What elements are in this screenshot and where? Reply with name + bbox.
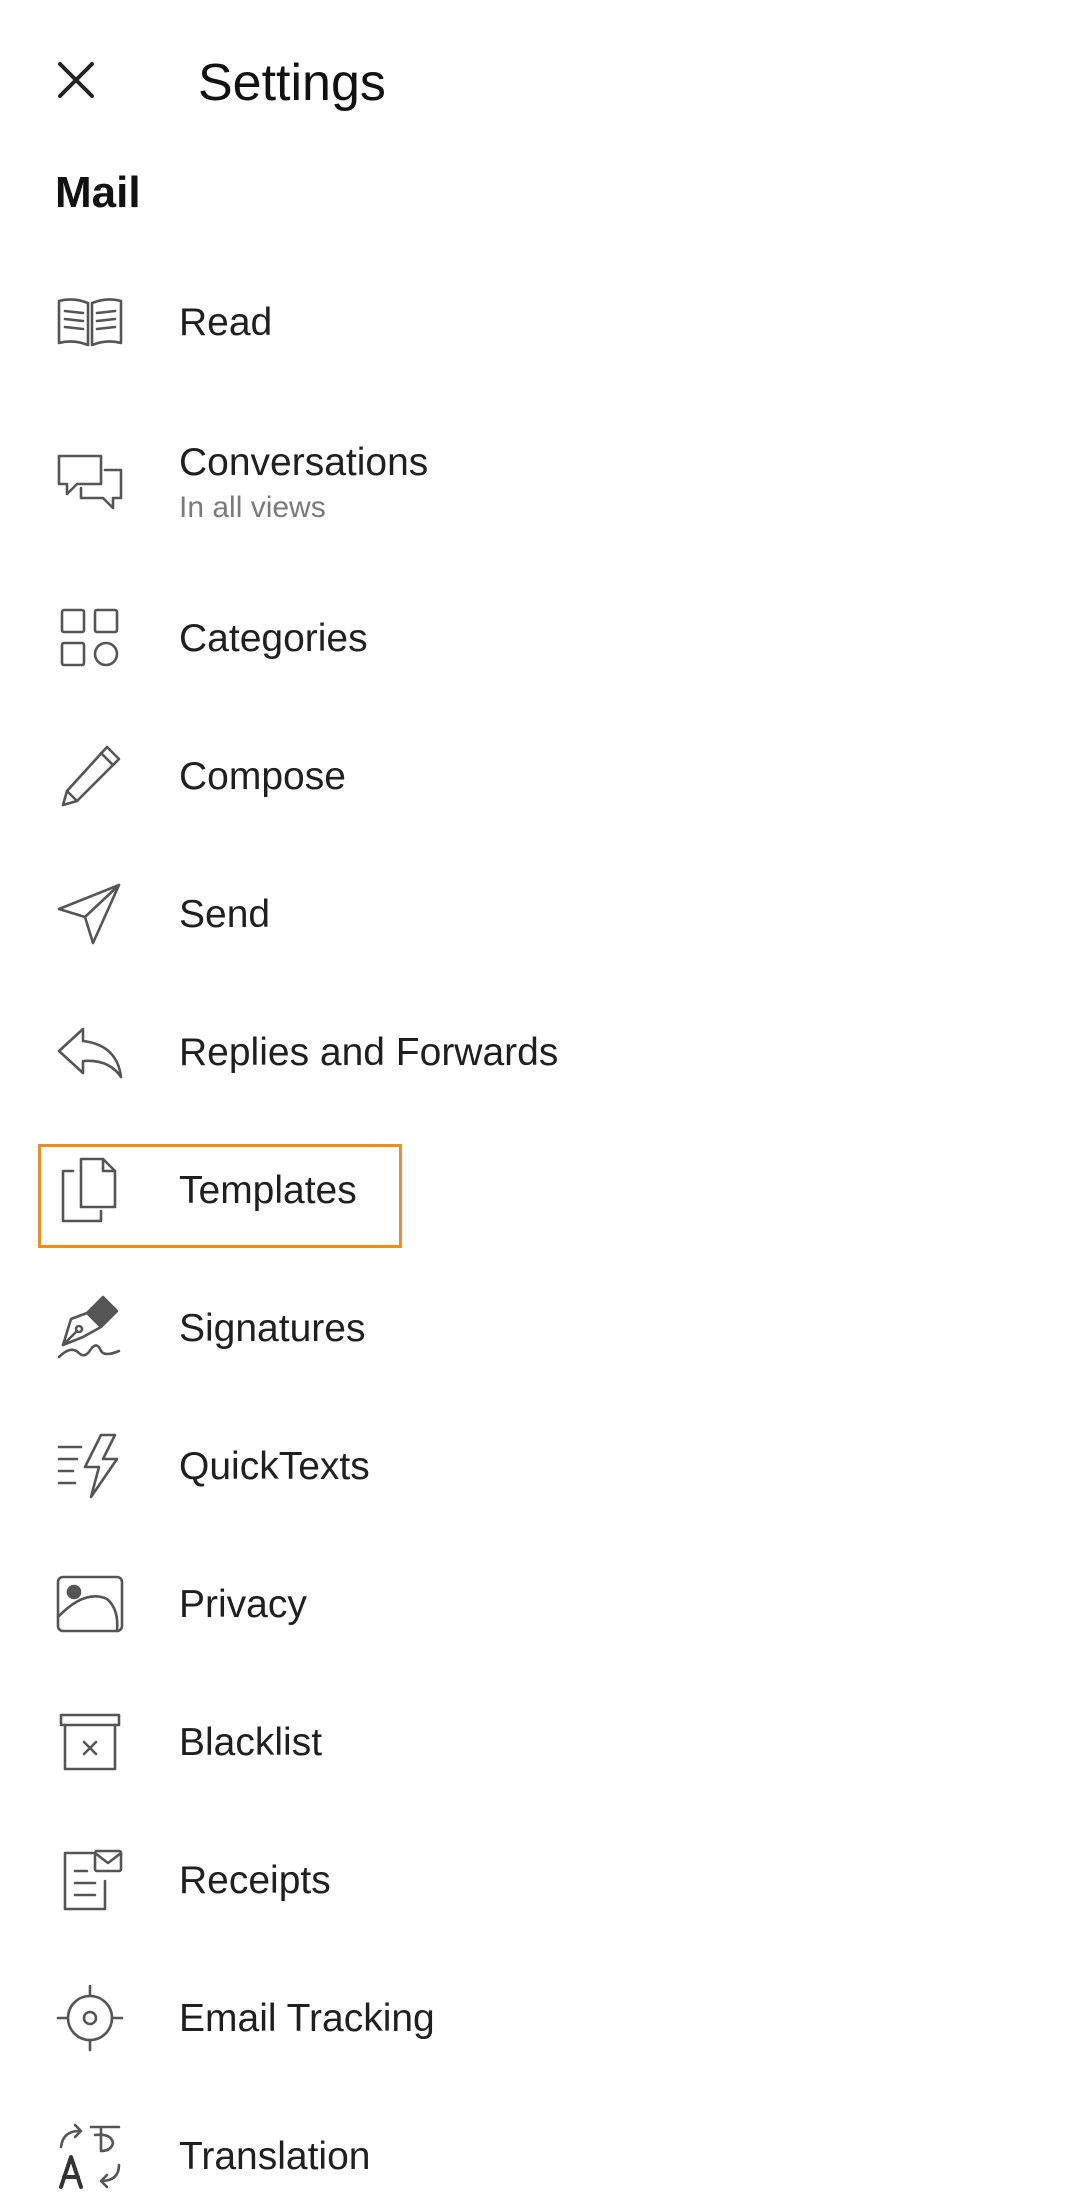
settings-item-label: Translation (179, 2135, 371, 2178)
settings-item-sublabel: In all views (179, 491, 326, 524)
book-icon (55, 287, 125, 357)
page-title: Settings (198, 54, 386, 112)
settings-item-label: Receipts (179, 1859, 331, 1902)
pen-signature-icon (55, 1293, 125, 1363)
archive-x-icon (55, 1707, 125, 1777)
settings-item-conversations[interactable]: Conversations In all views (0, 410, 1080, 550)
settings-item-templates[interactable]: Templates (0, 1130, 1080, 1250)
receipt-mail-icon (55, 1845, 125, 1915)
paper-plane-icon (55, 879, 125, 949)
settings-item-label: Templates (179, 1169, 357, 1212)
grid-shapes-icon (55, 603, 125, 673)
settings-item-replies-forwards[interactable]: Replies and Forwards (0, 992, 1080, 1112)
settings-item-label: Conversations (179, 441, 429, 484)
image-icon (55, 1569, 125, 1639)
chat-bubbles-icon (55, 446, 125, 516)
documents-icon (55, 1155, 125, 1225)
translate-icon (55, 2121, 125, 2191)
settings-item-label: Signatures (179, 1307, 366, 1350)
reply-icon (55, 1017, 125, 1087)
settings-item-read[interactable]: Read (0, 262, 1080, 382)
settings-item-categories[interactable]: Categories (0, 578, 1080, 698)
settings-item-label: Categories (179, 617, 368, 660)
settings-item-email-tracking[interactable]: Email Tracking (0, 1958, 1080, 2078)
target-icon (55, 1983, 125, 2053)
top-app-bar: Settings (0, 0, 1080, 160)
settings-item-label: Blacklist (179, 1721, 323, 1764)
settings-item-compose[interactable]: Compose (0, 716, 1080, 836)
close-icon (58, 62, 94, 98)
settings-screen: Settings Mail Read Conversations In all … (0, 0, 1080, 2208)
settings-item-label: Read (179, 301, 273, 344)
settings-item-label: Privacy (179, 1583, 307, 1626)
settings-item-receipts[interactable]: Receipts (0, 1820, 1080, 1940)
lightning-text-icon (55, 1431, 125, 1501)
settings-item-label: QuickTexts (179, 1445, 370, 1488)
settings-item-label: Send (179, 893, 271, 936)
close-button[interactable] (36, 40, 116, 120)
settings-item-label: Replies and Forwards (179, 1031, 559, 1074)
settings-item-label: Email Tracking (179, 1997, 435, 2040)
settings-item-blacklist[interactable]: Blacklist (0, 1682, 1080, 1802)
settings-item-label: Compose (179, 755, 346, 798)
pencil-icon (55, 741, 125, 811)
settings-item-translation[interactable]: Translation (0, 2096, 1080, 2208)
settings-item-quicktexts[interactable]: QuickTexts (0, 1406, 1080, 1526)
section-header-mail: Mail (55, 168, 141, 217)
settings-item-signatures[interactable]: Signatures (0, 1268, 1080, 1388)
settings-item-privacy[interactable]: Privacy (0, 1544, 1080, 1664)
settings-item-send[interactable]: Send (0, 854, 1080, 974)
